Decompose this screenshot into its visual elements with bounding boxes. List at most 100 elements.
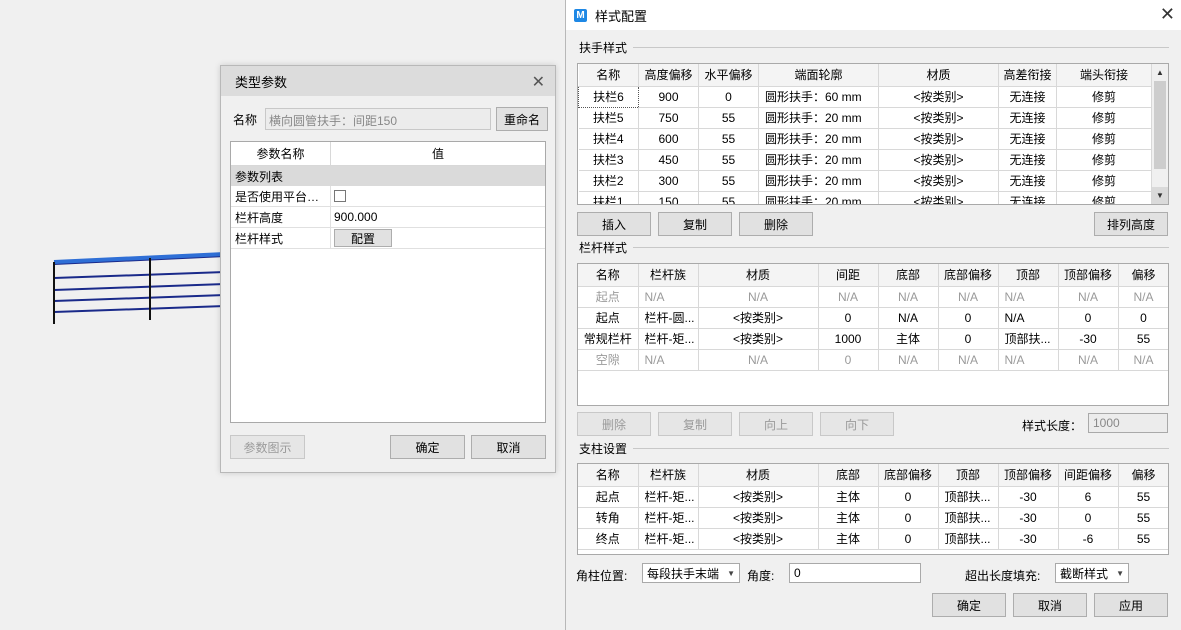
table-cell[interactable]: 55 (698, 191, 759, 204)
table-cell[interactable]: <按类别> (698, 507, 819, 529)
table-cell[interactable]: 无连接 (998, 170, 1057, 192)
table-cell[interactable]: 扶栏2 (578, 170, 639, 192)
table-cell[interactable]: N/A (878, 349, 939, 371)
table-cell[interactable]: 修剪 (1056, 86, 1152, 108)
table-row[interactable]: 起点 栏杆-矩... <按类别> 主体 0 顶部扶... -30 6 55 (578, 486, 1168, 508)
close-icon[interactable]: ✕ (532, 72, 545, 92)
table-cell[interactable]: 顶部扶... (938, 528, 999, 550)
baluster-delete-button[interactable]: 删除 (577, 412, 651, 436)
table-cell[interactable]: 扶栏3 (578, 149, 639, 171)
table-cell[interactable]: 0 (878, 528, 939, 550)
scroll-down-icon[interactable]: ▼ (1152, 187, 1168, 204)
table-cell[interactable]: 无连接 (998, 107, 1057, 129)
table-row[interactable]: 起点 N/A N/A N/A N/A N/A N/A N/A N/A (578, 286, 1168, 308)
table-cell[interactable]: 300 (638, 170, 699, 192)
table-cell[interactable]: 55 (698, 128, 759, 150)
table-cell[interactable]: 圆形扶手：20 mm (758, 170, 879, 192)
table-cell[interactable]: 栏杆-矩... (638, 507, 699, 529)
table-cell[interactable]: 0 (1058, 307, 1119, 329)
table-row[interactable]: 扶栏2 300 55 圆形扶手：20 mm <按类别> 无连接 修剪 (578, 170, 1152, 192)
table-cell[interactable]: <按类别> (698, 528, 819, 550)
table-cell[interactable]: 0 (938, 307, 999, 329)
table-cell[interactable]: 起点 (578, 307, 639, 329)
table-cell[interactable]: 主体 (818, 507, 879, 529)
table-cell[interactable]: <按类别> (878, 170, 999, 192)
table-cell[interactable]: N/A (698, 286, 819, 308)
table-cell[interactable]: 起点 (578, 286, 639, 308)
handrail-scrollbar[interactable]: ▲ ▼ (1151, 64, 1168, 204)
scroll-up-icon[interactable]: ▲ (1152, 64, 1168, 81)
table-row[interactable]: 常规栏杆 栏杆-矩... <按类别> 1000 主体 0 顶部扶... -30 55 (578, 328, 1168, 350)
excess-length-dropdown[interactable]: 截断样式 ▼ (1055, 563, 1129, 583)
table-cell[interactable]: <按类别> (878, 149, 999, 171)
table-cell[interactable]: -30 (998, 507, 1059, 529)
table-cell[interactable]: 150 (638, 191, 699, 204)
parameter-diagram-button[interactable]: 参数图示 (230, 435, 305, 459)
table-cell[interactable]: <按类别> (698, 307, 819, 329)
configure-button[interactable]: 配置 (334, 229, 392, 247)
table-cell[interactable]: N/A (818, 286, 879, 308)
table-cell[interactable]: 扶栏1 (578, 191, 639, 204)
table-cell[interactable]: 无连接 (998, 149, 1057, 171)
table-cell[interactable]: 转角 (578, 507, 639, 529)
table-cell[interactable]: N/A (998, 286, 1059, 308)
table-cell[interactable]: 0 (878, 507, 939, 529)
table-cell[interactable]: 常规栏杆 (578, 328, 639, 350)
table-cell[interactable]: 55 (1118, 486, 1168, 508)
angle-input[interactable]: 0 (789, 563, 921, 583)
cancel-button[interactable]: 取消 (471, 435, 546, 459)
railing-height-value[interactable]: 900.000 (331, 207, 545, 227)
table-cell[interactable]: 修剪 (1056, 128, 1152, 150)
table-row[interactable]: 扶栏3 450 55 圆形扶手：20 mm <按类别> 无连接 修剪 (578, 149, 1152, 171)
table-cell[interactable]: 栏杆-矩... (638, 328, 699, 350)
close-icon[interactable]: ✕ (1160, 4, 1175, 25)
use-platform-checkbox[interactable] (334, 190, 346, 202)
baluster-copy-button[interactable]: 复制 (658, 412, 732, 436)
table-cell[interactable]: 55 (698, 149, 759, 171)
table-cell[interactable]: 顶部扶... (998, 328, 1059, 350)
table-cell[interactable]: 扶栏4 (578, 128, 639, 150)
table-cell[interactable]: N/A (938, 349, 999, 371)
table-cell[interactable]: <按类别> (698, 486, 819, 508)
table-cell[interactable]: 圆形扶手：20 mm (758, 128, 879, 150)
insert-button[interactable]: 插入 (577, 212, 651, 236)
table-row[interactable]: 扶栏1 150 55 圆形扶手：20 mm <按类别> 无连接 修剪 (578, 191, 1152, 204)
table-cell[interactable]: 空隙 (578, 349, 639, 371)
move-down-button[interactable]: 向下 (820, 412, 894, 436)
table-cell[interactable]: N/A (938, 286, 999, 308)
table-cell[interactable]: 1000 (818, 328, 879, 350)
table-cell[interactable]: 0 (1058, 507, 1119, 529)
table-cell[interactable]: 修剪 (1056, 191, 1152, 204)
apply-button[interactable]: 应用 (1094, 593, 1168, 617)
table-row[interactable]: 起点 栏杆-圆... <按类别> 0 N/A 0 N/A 0 0 (578, 307, 1168, 329)
table-cell[interactable]: 栏杆-矩... (638, 528, 699, 550)
sort-height-button[interactable]: 排列高度 (1094, 212, 1168, 236)
table-cell[interactable]: 无连接 (998, 86, 1057, 108)
table-cell[interactable]: 600 (638, 128, 699, 150)
handrail-table[interactable]: 名称 高度偏移 水平偏移 端面轮廓 材质 高差衔接 端头衔接 扶栏6 900 0 圆形扶手：60 … (577, 63, 1169, 205)
table-cell[interactable]: 修剪 (1056, 107, 1152, 129)
table-cell[interactable]: 主体 (878, 328, 939, 350)
move-up-button[interactable]: 向上 (739, 412, 813, 436)
table-cell[interactable]: -30 (998, 486, 1059, 508)
table-row[interactable]: 空隙 N/A N/A 0 N/A N/A N/A N/A N/A (578, 349, 1168, 371)
table-cell[interactable]: 圆形扶手：60 mm (758, 86, 879, 108)
table-cell[interactable]: 55 (1118, 328, 1168, 350)
table-cell[interactable]: 扶栏6 (578, 85, 639, 108)
table-cell[interactable]: 顶部扶... (938, 507, 999, 529)
table-cell[interactable]: 6 (1058, 486, 1119, 508)
table-cell[interactable]: 主体 (818, 486, 879, 508)
delete-button[interactable]: 删除 (739, 212, 813, 236)
table-cell[interactable]: 圆形扶手：20 mm (758, 149, 879, 171)
rename-button[interactable]: 重命名 (496, 107, 548, 131)
table-cell[interactable]: <按类别> (878, 191, 999, 204)
table-cell[interactable]: 0 (818, 349, 879, 371)
table-cell[interactable]: N/A (1058, 286, 1119, 308)
name-field[interactable]: 横向圆管扶手：间距150 (265, 108, 491, 130)
table-cell[interactable]: 圆形扶手：20 mm (758, 191, 879, 204)
table-cell[interactable]: 起点 (578, 486, 639, 508)
post-table[interactable]: 名称 栏杆族 材质 底部 底部偏移 顶部 顶部偏移 间距偏移 偏移 起点 栏杆-矩... <按类别>… (577, 463, 1169, 555)
table-cell[interactable]: <按类别> (878, 86, 999, 108)
table-cell[interactable]: N/A (998, 349, 1059, 371)
pattern-length-field[interactable]: 1000 (1088, 413, 1168, 433)
